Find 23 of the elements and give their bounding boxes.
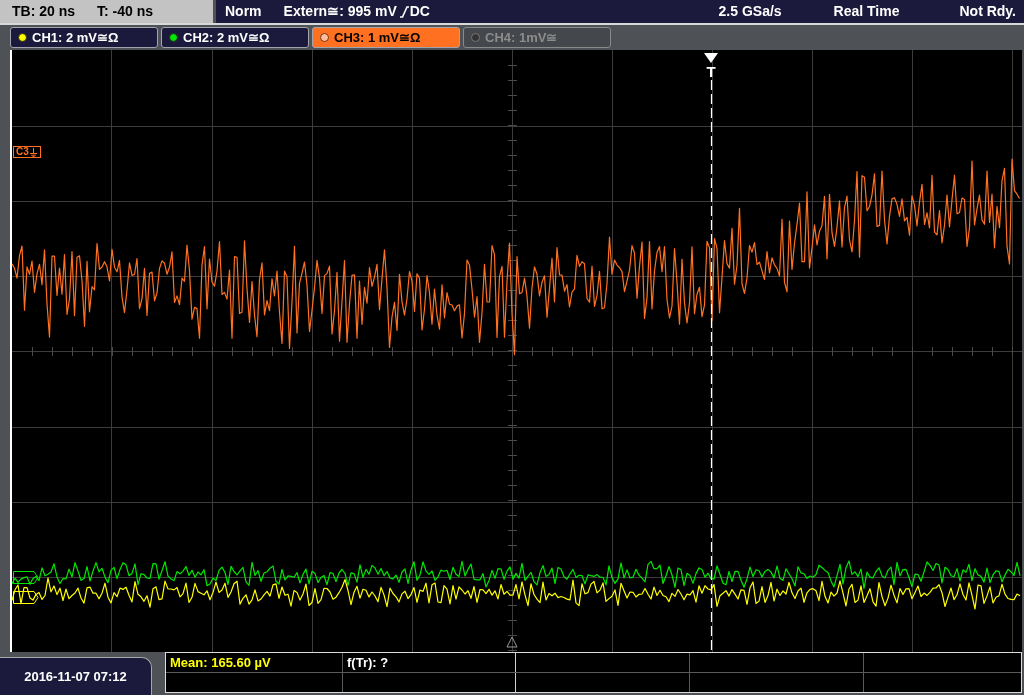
measurement-readout: Mean: 165.60 µV	[170, 656, 271, 670]
date-time-label: 2016-11-07 07:12	[0, 657, 152, 695]
channel-tab[interactable]: CH2: 2 mV≅Ω	[161, 27, 309, 48]
acquisition-mode-label: Real Time	[833, 2, 900, 21]
channel-dot-icon	[471, 33, 480, 42]
trigger-source-label: Extern≅: 995 mV	[283, 2, 397, 21]
horizontal-position-icon	[506, 636, 518, 648]
trigger-offset-label: T: -40 ns	[97, 2, 154, 21]
trigger-mode-label: Norm	[225, 2, 262, 21]
trigger-label: T	[706, 63, 716, 80]
rising-edge-icon	[399, 5, 409, 18]
measurement-readout: f(Tr): ?	[347, 656, 389, 670]
channel-marker-label: C3	[16, 147, 29, 157]
channel-dot-icon	[320, 33, 329, 42]
ground-marker-icon	[13, 571, 39, 584]
channel-tab[interactable]: CH1: 2 mV≅Ω	[10, 27, 158, 48]
channel-tab[interactable]: CH3: 1 mV≅Ω	[312, 27, 460, 48]
status-label: Not Rdy.	[959, 2, 1016, 21]
sample-rate-label: 2.5 GSa/s	[718, 2, 782, 21]
timebase-label: TB: 20 ns	[12, 2, 75, 21]
trigger-coupling-label: DC	[409, 2, 430, 21]
trigger-position-icon	[704, 53, 718, 63]
ground-marker-icon	[13, 591, 39, 604]
